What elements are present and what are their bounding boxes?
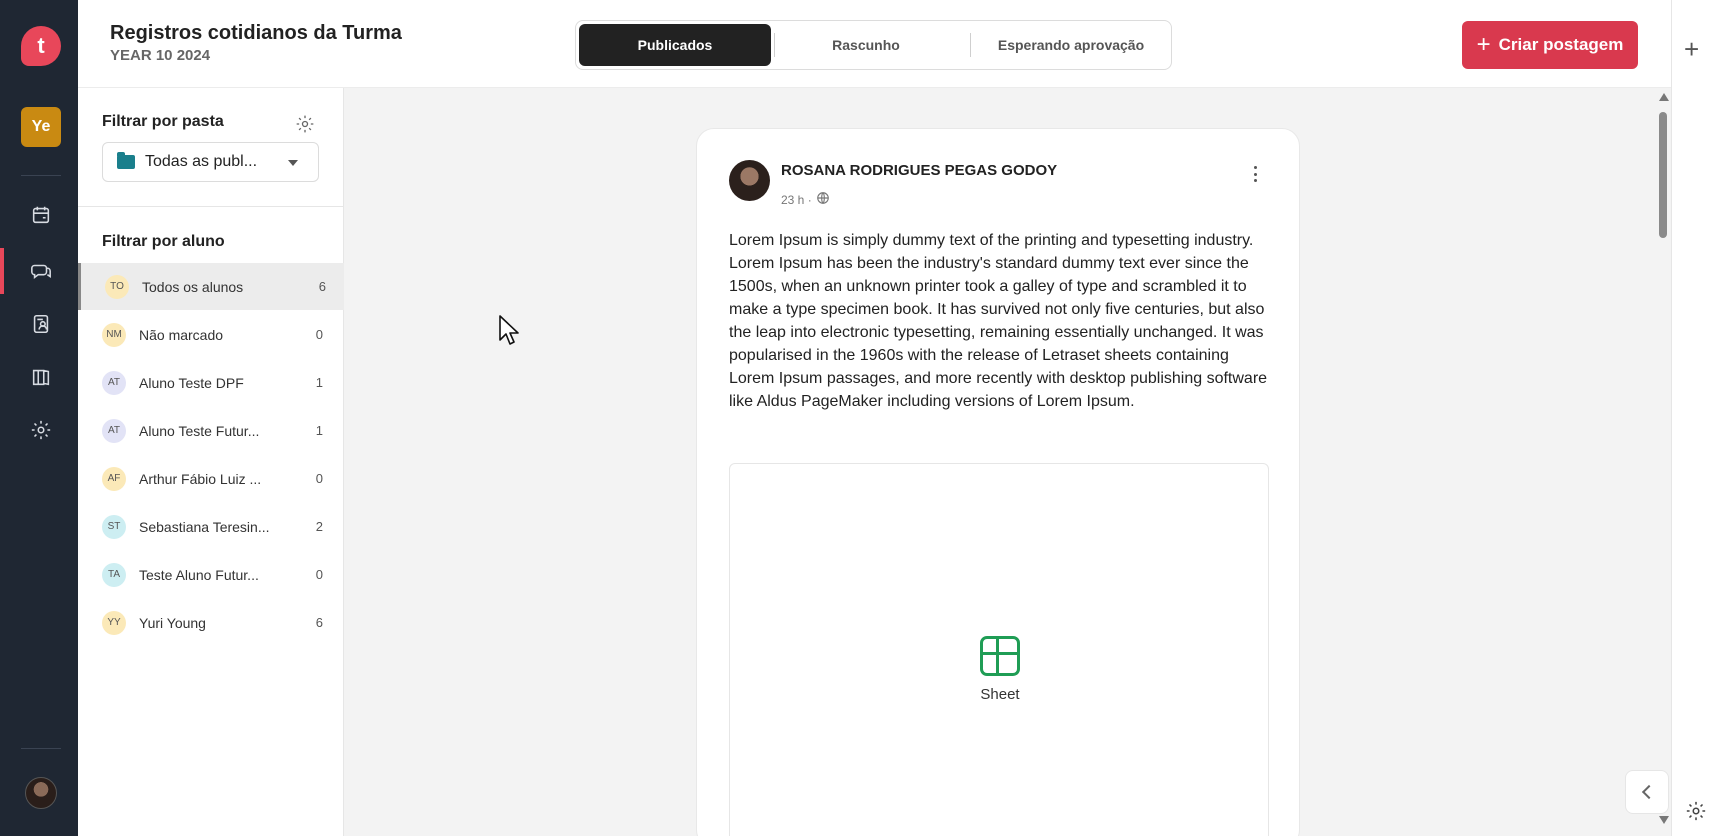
student-filter-item[interactable]: YY Yuri Young 6 (78, 599, 344, 646)
folder-filter-title: Filtrar por pasta (102, 113, 224, 130)
tab-divider (774, 33, 775, 57)
tab-esperando-aprovacao[interactable]: Esperando aprovação (972, 24, 1170, 66)
page-title: Registros cotidianos da Turma (110, 22, 402, 44)
post-author[interactable]: ROSANA RODRIGUES PEGAS GODOY (781, 162, 1057, 179)
app-rail: t Ye (0, 0, 78, 836)
student-name: Não marcado (139, 326, 224, 343)
student-post-count: 2 (315, 519, 323, 534)
tab-rascunho[interactable]: Rascunho (776, 24, 956, 66)
plus-icon: + (1476, 31, 1491, 58)
attachment-label: Sheet (980, 686, 1020, 703)
student-name: Sebastiana Teresin... (139, 518, 270, 535)
folder-icon (117, 152, 135, 169)
student-initials-avatar: ST (102, 514, 126, 539)
page-header: Registros cotidianos da Turma YEAR 10 20… (78, 0, 1671, 88)
class-avatar[interactable]: Ye (21, 107, 61, 147)
feed-scrollbar[interactable] (1657, 93, 1669, 833)
chevron-down-icon (288, 160, 298, 166)
student-initials-avatar: AT (102, 370, 126, 395)
class-name: YEAR 10 2024 (110, 47, 211, 64)
post-meta: 23 h · (781, 191, 830, 208)
folder-select-value: Todas as publ... (145, 153, 258, 170)
chevron-left-icon (1641, 784, 1657, 800)
filters-divider (78, 206, 344, 207)
student-initials-avatar: YY (102, 610, 126, 635)
student-initials-avatar: AT (102, 418, 126, 443)
folder-select[interactable]: Todas as publ... (102, 142, 319, 182)
book-icon[interactable] (27, 363, 55, 391)
active-nav-indicator (0, 248, 4, 294)
more-options-icon[interactable] (1245, 163, 1265, 185)
app-logo[interactable]: t (21, 26, 61, 66)
chat-icon[interactable] (27, 257, 55, 285)
author-avatar[interactable] (729, 160, 770, 201)
sheet-attachment[interactable]: Sheet (729, 463, 1269, 836)
status-tabs: Publicados Rascunho Esperando aprovação (575, 20, 1172, 70)
student-post-count: 1 (315, 423, 323, 438)
student-initials-avatar: AF (102, 466, 126, 491)
student-name: Aluno Teste Futur... (139, 422, 260, 439)
filters-panel: Filtrar por pasta Todas as publ... Filtr… (78, 88, 344, 836)
folder-settings-gear-icon[interactable] (295, 114, 315, 139)
rail-divider (21, 175, 61, 176)
student-filter-item[interactable]: TA Teste Aluno Futur... 0 (78, 551, 344, 598)
student-post-count: 1 (315, 375, 323, 390)
add-plus-icon[interactable]: + (1684, 36, 1699, 62)
scroll-down-arrow-icon[interactable] (1659, 816, 1669, 824)
mouse-cursor-icon (499, 315, 519, 345)
scroll-up-arrow-icon[interactable] (1659, 93, 1669, 101)
create-post-button[interactable]: + Criar postagem (1462, 21, 1638, 69)
student-post-count: 6 (318, 279, 326, 294)
collapse-panel-button[interactable] (1625, 770, 1669, 814)
sheet-icon (980, 636, 1020, 676)
student-name: Arthur Fábio Luiz ... (139, 470, 262, 487)
student-post-count: 0 (315, 567, 323, 582)
post-card: ROSANA RODRIGUES PEGAS GODOY 23 h · Lore… (696, 128, 1300, 836)
settings-gear-icon[interactable] (1685, 800, 1707, 827)
app-root: t Ye Registros cotidianos da Turma YEAR … (0, 0, 1720, 836)
student-post-count: 0 (315, 471, 323, 486)
rail-divider (21, 748, 61, 749)
student-initials-avatar: TO (105, 274, 129, 299)
tab-publicados[interactable]: Publicados (579, 24, 771, 66)
student-filter-item[interactable]: AF Arthur Fábio Luiz ... 0 (78, 455, 344, 502)
student-name: Teste Aluno Futur... (139, 566, 259, 583)
globe-icon (816, 191, 830, 208)
student-initials-avatar: NM (102, 322, 126, 347)
post-time: 23 h · (781, 192, 812, 207)
student-filter-item[interactable]: AT Aluno Teste Futur... 1 (78, 407, 344, 454)
student-filter-item[interactable]: TO Todos os alunos 6 (78, 263, 344, 310)
student-post-count: 0 (315, 327, 323, 342)
student-initials-avatar: TA (102, 562, 126, 587)
student-name: Yuri Young (139, 614, 206, 631)
right-side-bar: + (1671, 0, 1720, 836)
post-body: Lorem Ipsum is simply dummy text of the … (729, 232, 1268, 410)
student-name: Todos os alunos (142, 278, 244, 295)
student-report-icon[interactable] (27, 310, 55, 338)
calendar-icon[interactable] (27, 201, 55, 229)
student-name: Aluno Teste DPF (139, 374, 244, 391)
student-filter-item[interactable]: ST Sebastiana Teresin... 2 (78, 503, 344, 550)
student-filter-item[interactable]: NM Não marcado 0 (78, 311, 344, 358)
student-filter-title: Filtrar por aluno (102, 233, 225, 250)
student-filter-item[interactable]: AT Aluno Teste DPF 1 (78, 359, 344, 406)
tab-divider (970, 33, 971, 57)
student-post-count: 6 (315, 615, 323, 630)
create-post-label: Criar postagem (1498, 35, 1624, 54)
settings-gear-icon[interactable] (27, 416, 55, 444)
scroll-thumb[interactable] (1659, 112, 1667, 238)
user-avatar[interactable] (25, 777, 57, 809)
